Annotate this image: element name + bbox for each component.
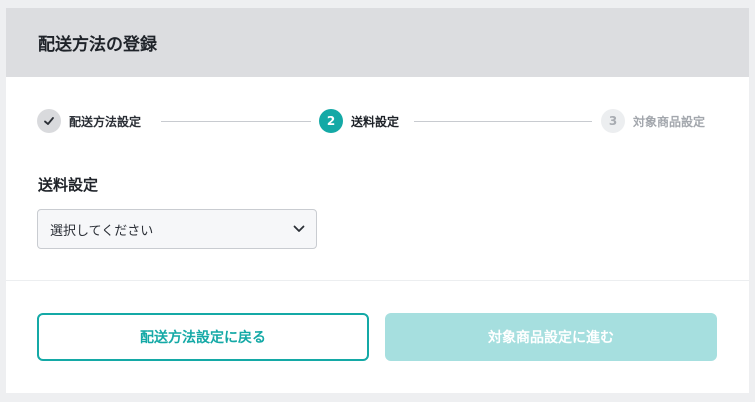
step-label: 送料設定 [351,114,400,129]
registration-card: 配送方法の登録 配送方法設定 2 送料設定 3 対象商品設定 送料設定 選択して… [6,8,749,393]
step-connector [161,121,311,122]
step-number: 2 [319,109,343,133]
step-label: 対象商品設定 [633,114,706,129]
chevron-down-icon [292,222,306,240]
card-header: 配送方法の登録 [6,8,749,77]
back-to-shipping-method-button[interactable]: 配送方法設定に戻る [37,313,369,361]
divider [6,280,749,281]
step-shipping-fee: 2 送料設定 [319,108,399,134]
step-label: 配送方法設定 [69,114,142,129]
check-icon [37,109,61,133]
step-target-products: 3 対象商品設定 [601,108,705,134]
select-value: 選択してください [50,223,154,239]
step-connector [414,121,592,122]
page-title: 配送方法の登録 [38,35,157,55]
shipping-fee-select[interactable]: 選択してください [37,209,317,249]
step-shipping-method: 配送方法設定 [37,108,141,134]
shipping-fee-label: 送料設定 [38,176,99,194]
step-number: 3 [601,109,625,133]
proceed-to-target-products-button[interactable]: 対象商品設定に進む [385,313,717,361]
stepper: 配送方法設定 2 送料設定 3 対象商品設定 [37,108,719,134]
